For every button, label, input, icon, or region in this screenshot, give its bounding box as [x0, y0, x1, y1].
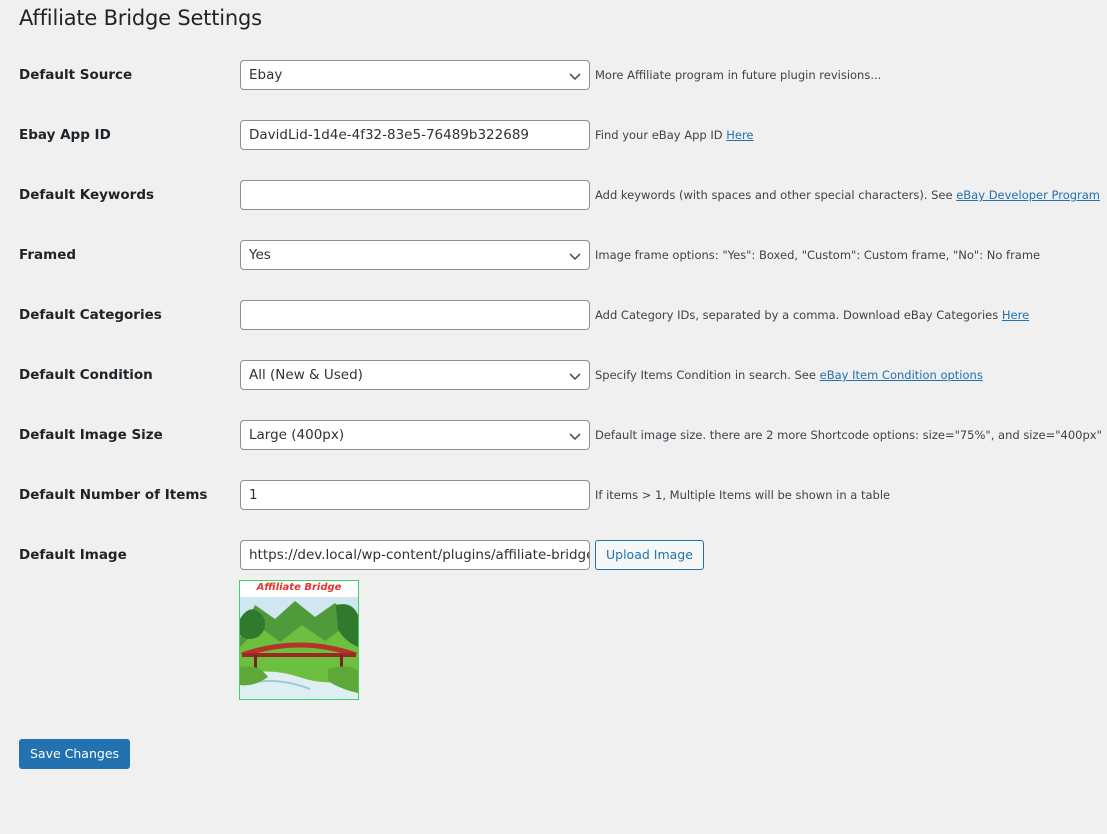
- framed-value: Yes: [249, 247, 271, 263]
- default-number-of-items-label: Default Number of Items: [19, 487, 208, 503]
- default-categories-desc-text: Add Category IDs, separated by a comma. …: [595, 308, 1002, 322]
- default-source-select[interactable]: Ebay: [240, 60, 590, 90]
- default-condition-select[interactable]: All (New & Used): [240, 360, 590, 390]
- default-image-preview: Affiliate Bridge: [239, 580, 359, 700]
- default-image-url-input[interactable]: https://dev.local/wp-content/plugins/aff…: [240, 540, 590, 570]
- row-framed: Framed Yes Image frame options: "Yes": B…: [0, 240, 1107, 270]
- ebay-app-id-description: Find your eBay App ID Here: [595, 128, 754, 142]
- page-title: Affiliate Bridge Settings: [19, 6, 262, 30]
- ebay-developer-program-link[interactable]: eBay Developer Program: [956, 188, 1100, 202]
- row-ebay-app-id: Ebay App ID DavidLid-1d4e-4f32-83e5-7648…: [0, 120, 1107, 150]
- upload-image-button[interactable]: Upload Image: [595, 540, 704, 570]
- default-image-label: Default Image: [19, 547, 127, 563]
- row-default-categories: Default Categories Add Category IDs, sep…: [0, 300, 1107, 330]
- row-default-source: Default Source Ebay More Affiliate progr…: [0, 60, 1107, 90]
- default-condition-label: Default Condition: [19, 367, 153, 383]
- ebay-item-condition-link[interactable]: eBay Item Condition options: [820, 368, 983, 382]
- row-default-keywords: Default Keywords Add keywords (with spac…: [0, 180, 1107, 210]
- framed-description: Image frame options: "Yes": Boxed, "Cust…: [595, 248, 1041, 262]
- chevron-down-icon: [569, 373, 581, 381]
- ebay-app-id-label: Ebay App ID: [19, 127, 111, 143]
- default-keywords-input[interactable]: [240, 180, 590, 210]
- default-source-value: Ebay: [249, 67, 283, 83]
- chevron-down-icon: [569, 253, 581, 261]
- default-keywords-label: Default Keywords: [19, 187, 155, 203]
- row-default-number-of-items: Default Number of Items 1 If items > 1, …: [0, 480, 1107, 510]
- download-categories-here-link[interactable]: Here: [1002, 308, 1029, 322]
- preview-brand-text: Affiliate Bridge: [256, 582, 342, 593]
- default-source-description: More Affiliate program in future plugin …: [595, 68, 882, 82]
- ebay-app-id-here-link[interactable]: Here: [726, 128, 753, 142]
- default-condition-desc-text: Specify Items Condition in search. See: [595, 368, 820, 382]
- default-categories-description: Add Category IDs, separated by a comma. …: [595, 308, 1029, 322]
- default-condition-value: All (New & Used): [249, 367, 363, 383]
- row-default-image-size: Default Image Size Large (400px) Default…: [0, 420, 1107, 450]
- default-categories-input[interactable]: [240, 300, 590, 330]
- default-source-label: Default Source: [19, 67, 133, 83]
- bridge-landscape-image: [240, 597, 358, 699]
- default-number-of-items-input[interactable]: 1: [240, 480, 590, 510]
- chevron-down-icon: [569, 73, 581, 81]
- default-image-size-select[interactable]: Large (400px): [240, 420, 590, 450]
- ebay-app-id-input[interactable]: DavidLid-1d4e-4f32-83e5-76489b322689: [240, 120, 590, 150]
- chevron-down-icon: [569, 433, 581, 441]
- default-condition-description: Specify Items Condition in search. See e…: [595, 368, 983, 382]
- default-keywords-description: Add keywords (with spaces and other spec…: [595, 188, 1100, 202]
- default-keywords-desc-text: Add keywords (with spaces and other spec…: [595, 188, 957, 202]
- framed-select[interactable]: Yes: [240, 240, 590, 270]
- row-default-condition: Default Condition All (New & Used) Speci…: [0, 360, 1107, 390]
- default-number-of-items-description: If items > 1, Multiple Items will be sho…: [595, 488, 891, 502]
- default-image-size-description: Default image size. there are 2 more Sho…: [595, 428, 1102, 442]
- default-categories-label: Default Categories: [19, 307, 162, 323]
- default-image-size-value: Large (400px): [249, 427, 345, 443]
- framed-label: Framed: [19, 247, 77, 263]
- ebay-app-id-desc-text: Find your eBay App ID: [595, 128, 727, 142]
- save-changes-button[interactable]: Save Changes: [19, 739, 131, 769]
- row-default-image: Default Image https://dev.local/wp-conte…: [0, 540, 1107, 570]
- default-image-size-label: Default Image Size: [19, 427, 163, 443]
